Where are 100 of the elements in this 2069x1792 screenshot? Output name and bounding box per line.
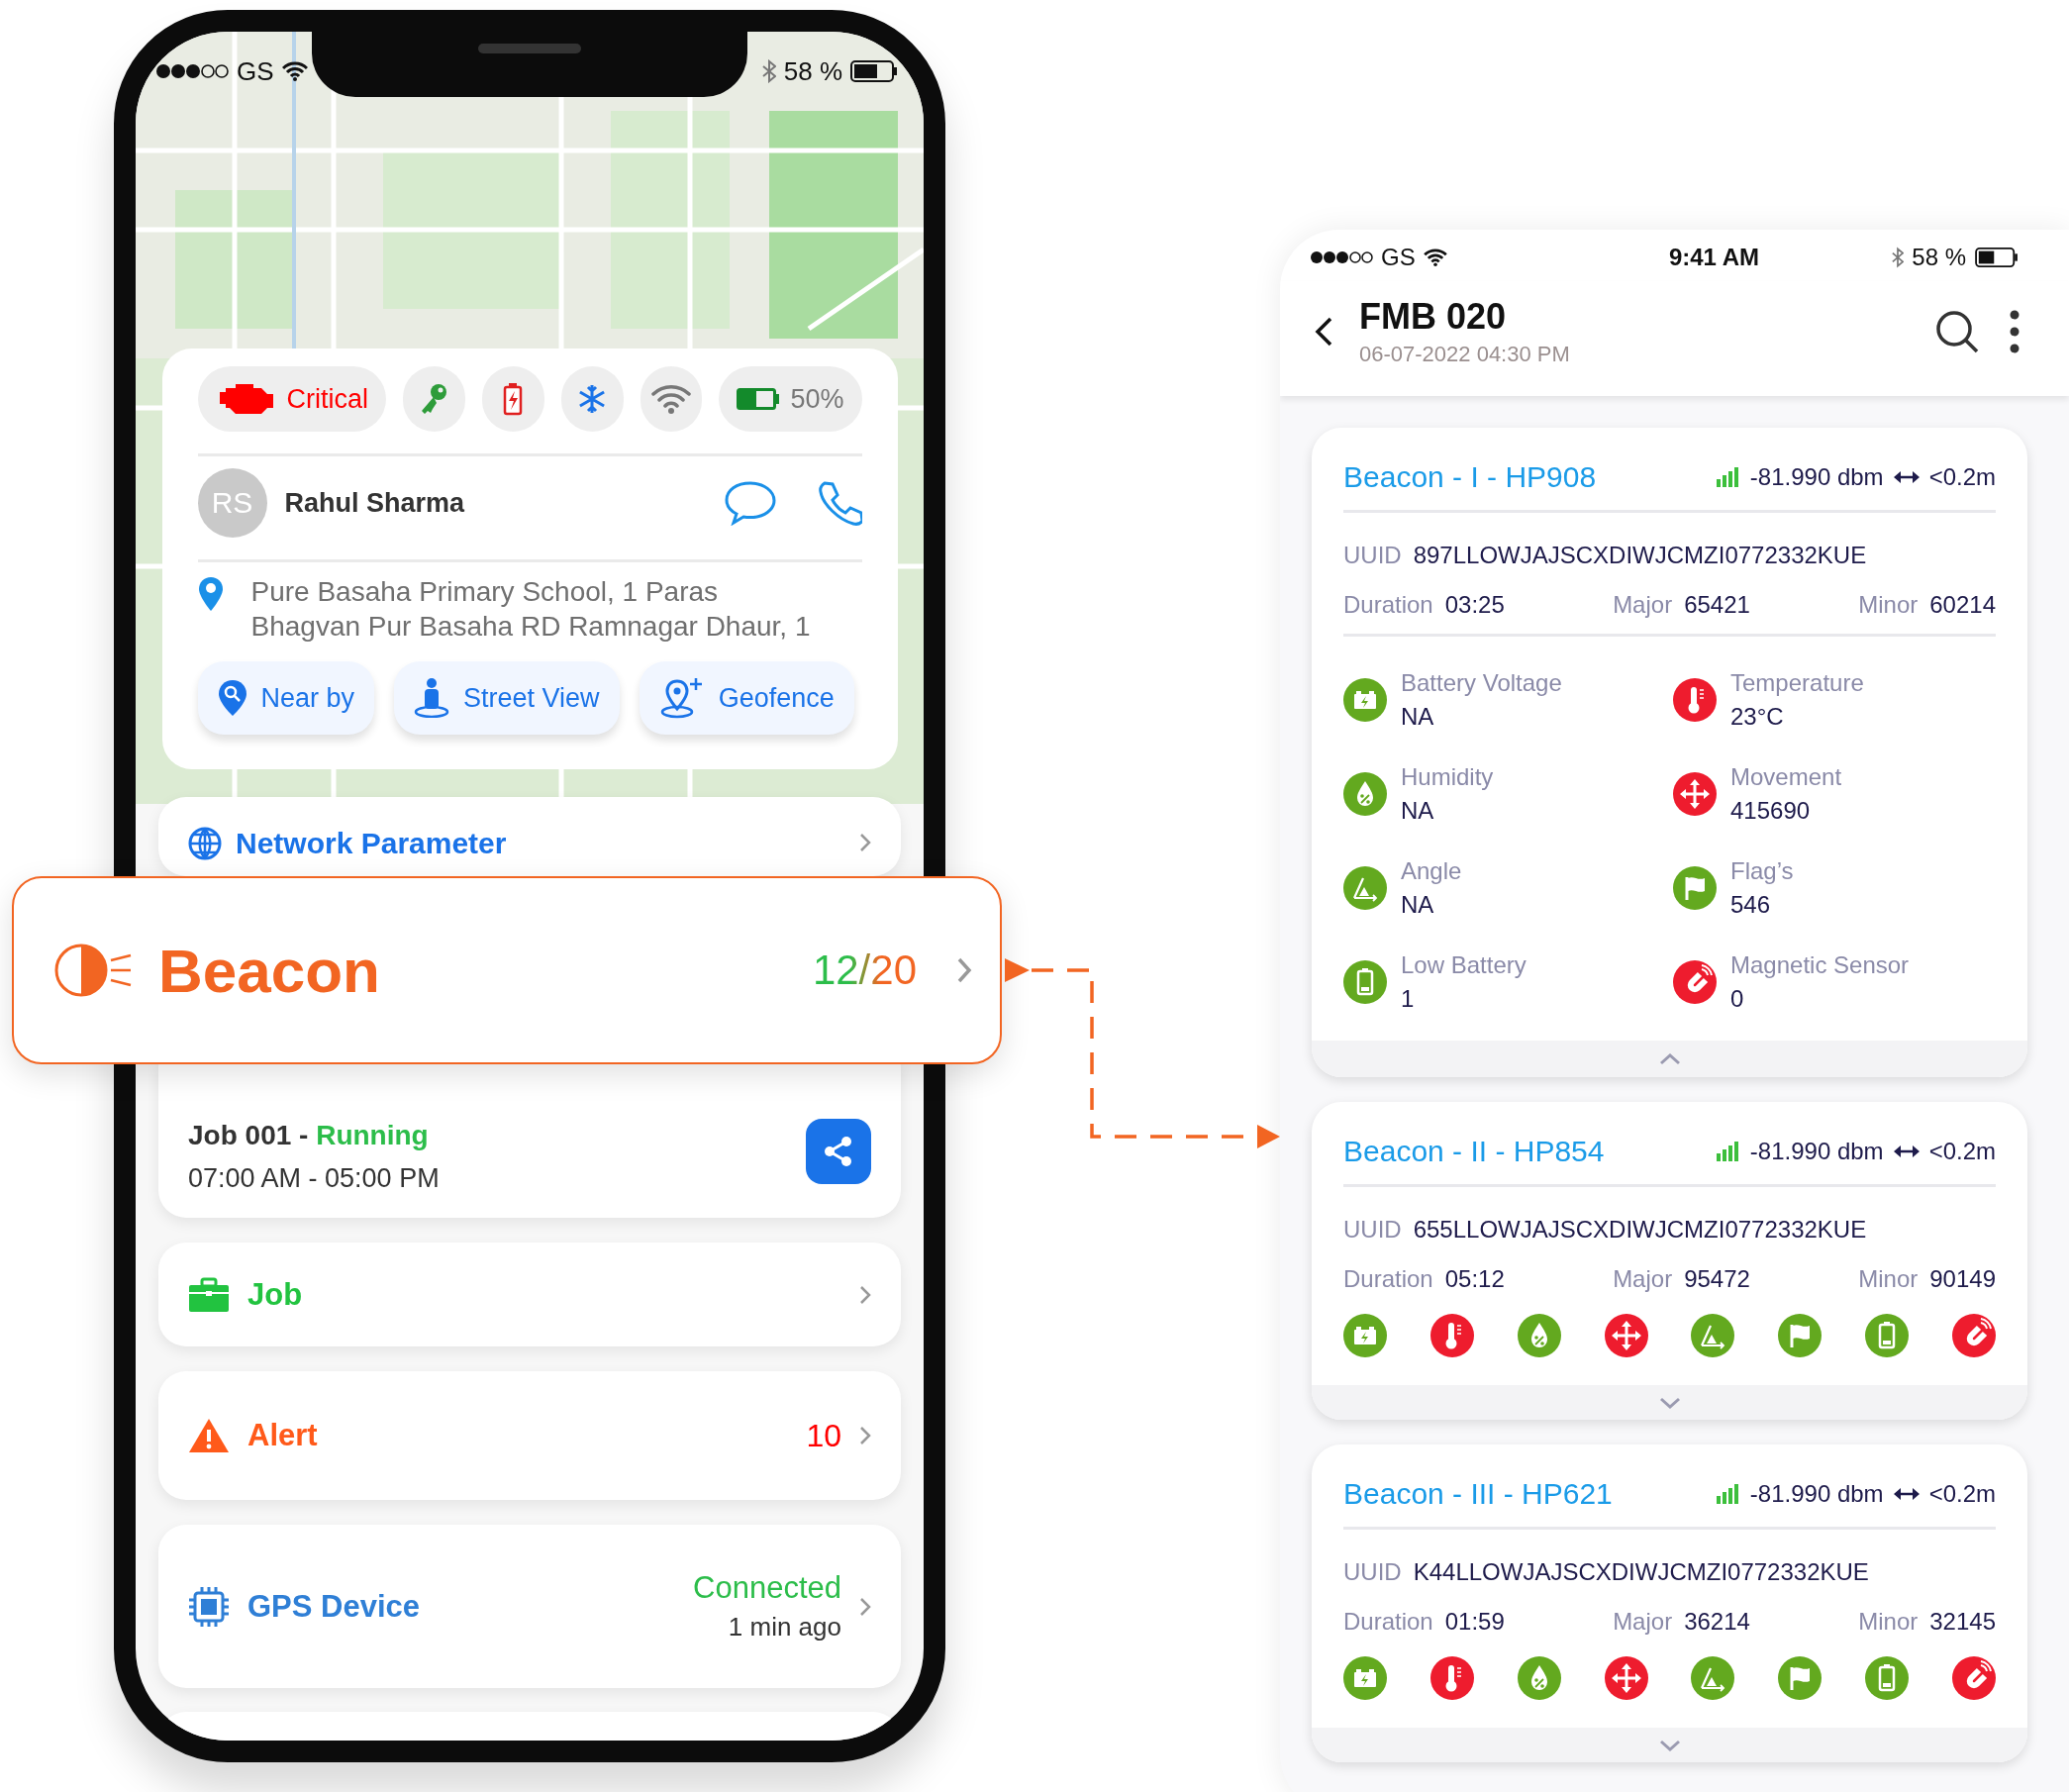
expand-toggle[interactable]	[1312, 1728, 2027, 1762]
job-title: Job 001 - Running	[188, 1120, 430, 1151]
map-action-button[interactable]: Street View	[394, 661, 620, 735]
sensor-label: Angle	[1401, 856, 1462, 885]
expand-toggle[interactable]	[1312, 1385, 2027, 1420]
battery-icon	[850, 60, 898, 82]
field-label: Minor	[1858, 591, 1919, 619]
chevron-right-icon	[859, 1426, 871, 1445]
double-arrow-icon	[1893, 470, 1920, 484]
battery-icon	[1865, 1314, 1910, 1357]
field-label: Minor	[1858, 1608, 1919, 1636]
globe-icon	[188, 827, 222, 860]
distance: <0.2m	[1928, 463, 1996, 491]
beacon-name[interactable]: Beacon - II - HP854	[1343, 1135, 1605, 1168]
uuid-value: 655LLOWJAJSCXDIWJCMZI0772332KUE	[1413, 1216, 1867, 1244]
sensor-label: Low Battery	[1401, 950, 1527, 979]
add-pin-icon	[658, 677, 705, 719]
sensor-label: Flag’s	[1730, 856, 1794, 885]
angle-icon	[1343, 865, 1387, 910]
wifi-icon	[651, 384, 691, 414]
menu-label: Job	[247, 1276, 304, 1313]
beacon-name[interactable]: Beacon - I - HP908	[1343, 460, 1597, 494]
chevron-right-icon	[859, 1284, 871, 1305]
connection-status: Connected	[693, 1570, 841, 1606]
map-action-button[interactable]: Near by	[197, 661, 375, 735]
chevron-down-icon	[1658, 1396, 1681, 1409]
beacon-icon	[53, 943, 133, 998]
field-value: 36214	[1684, 1608, 1750, 1636]
battery-icon	[737, 388, 781, 410]
menu-label: GPS Device	[247, 1588, 422, 1625]
battery-icon	[503, 382, 524, 416]
double-arrow-icon	[1893, 1487, 1920, 1501]
signal-strength: -81.990 dbm	[1749, 463, 1884, 491]
back-icon[interactable]	[1314, 316, 1333, 348]
field-value: 90149	[1929, 1265, 1996, 1293]
status-label: 50%	[790, 383, 844, 415]
field-value: 32145	[1929, 1608, 1996, 1636]
sensor-label: Magnetic Sensor	[1730, 950, 1910, 979]
wifi-icon	[281, 61, 308, 81]
field-value: 60214	[1929, 591, 1996, 619]
field-label: Major	[1613, 591, 1673, 619]
menu-card[interactable]: Alert 10	[158, 1371, 901, 1500]
timestamp: 06-07-2022 04:30 PM	[1359, 342, 1571, 367]
expand-toggle[interactable]	[1312, 1041, 2027, 1077]
map-action-button[interactable]: Geofence	[639, 661, 854, 735]
more-menu-icon[interactable]	[2010, 310, 2020, 353]
menu-label: Network Parameter	[236, 827, 508, 860]
snowflake-icon	[577, 384, 608, 414]
wifi-icon	[1423, 249, 1447, 266]
battery-icon	[1343, 959, 1387, 1004]
chevron-right-icon	[859, 1596, 871, 1617]
sensor-value: 23°C	[1730, 702, 1785, 731]
move-arrows-icon	[1673, 771, 1717, 816]
magnet-icon	[1673, 959, 1717, 1004]
field-value: 03:25	[1444, 591, 1505, 619]
phone-icon[interactable]	[816, 480, 862, 526]
move-arrows-icon	[1604, 1314, 1648, 1357]
status-time: 9:41 AM	[1668, 244, 1760, 271]
water-drop-icon	[1517, 1314, 1561, 1357]
address-text: Pure Basaha Primary School, 1 Paras Bhagvan Pur Basaha RD Ramnagar Dhaur, 1	[250, 575, 812, 644]
briefcase-icon	[188, 1276, 230, 1313]
field-label: Duration	[1343, 591, 1433, 619]
signal-bars-icon	[1716, 1142, 1740, 1161]
thermometer-icon	[1429, 1314, 1474, 1357]
thermometer-icon	[1429, 1656, 1474, 1700]
search-icon[interactable]	[1934, 309, 1980, 354]
beacon-name[interactable]: Beacon - III - HP621	[1343, 1477, 1613, 1511]
signal-bars-icon	[1716, 1484, 1740, 1504]
job-hours: 07:00 AM - 05:00 PM	[188, 1163, 440, 1194]
magnet-icon	[1951, 1656, 1996, 1700]
chevron-right-icon	[956, 956, 972, 984]
share-button[interactable]	[806, 1119, 871, 1184]
screen-title: FMB 020	[1359, 296, 1508, 338]
sensor-value: NA	[1401, 890, 1435, 919]
flag-icon	[1673, 865, 1717, 910]
beacon-callout-card[interactable]: Beacon 12/20	[12, 876, 1002, 1064]
person-pin-icon	[414, 678, 450, 718]
menu-card[interactable]: Job	[158, 1243, 901, 1346]
sensor-label: Humidity	[1401, 762, 1494, 791]
thermometer-icon	[1673, 677, 1717, 722]
sensor-value: 546	[1730, 890, 1772, 919]
field-label: UUID	[1343, 542, 1402, 569]
flag-icon	[1778, 1314, 1823, 1357]
field-label: Minor	[1858, 1265, 1919, 1293]
sensor-label: Battery Voltage	[1401, 668, 1562, 697]
signal-dots-icon	[1310, 250, 1373, 264]
magnet-icon	[1951, 1314, 1996, 1357]
signal-strength: -81.990 dbm	[1749, 1138, 1884, 1165]
chat-bubble-icon[interactable]	[723, 480, 777, 526]
battery-percent: 58 %	[1912, 244, 1966, 271]
menu-card[interactable]: GPS Device Connected 1 min ago	[158, 1525, 901, 1688]
chevron-down-icon	[1658, 1739, 1681, 1751]
callout-title: Beacon	[158, 935, 381, 1006]
menu-card[interactable]: Network Parameter	[158, 797, 901, 876]
signal-dots-icon	[155, 63, 229, 79]
car-battery-icon	[1343, 1656, 1387, 1700]
sensor-value: NA	[1401, 796, 1435, 825]
carrier-name: GS	[237, 55, 274, 87]
field-label: UUID	[1343, 1216, 1402, 1244]
field-value: 01:59	[1444, 1608, 1505, 1636]
